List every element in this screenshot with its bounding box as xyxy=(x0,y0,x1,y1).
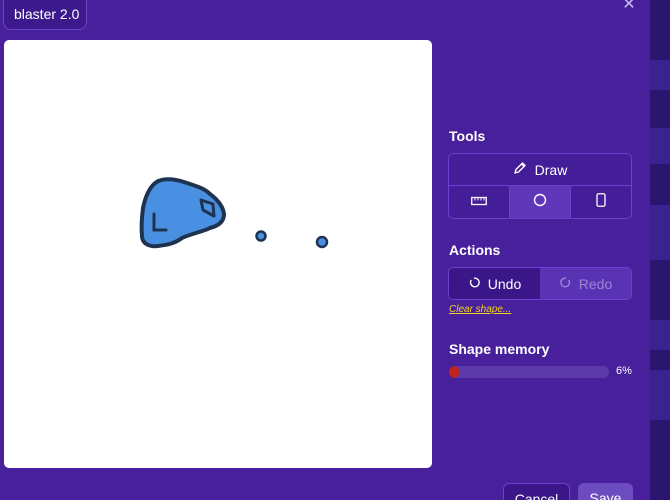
phone-tool-button[interactable] xyxy=(571,186,631,218)
undo-label: Undo xyxy=(487,275,522,292)
background-strip-block xyxy=(650,370,670,420)
draw-button[interactable]: Draw xyxy=(449,154,631,186)
background-strip-block xyxy=(650,128,670,164)
actions-panel: Undo Redo xyxy=(448,267,632,300)
save-button[interactable]: Save xyxy=(578,483,633,500)
close-icon[interactable]: ✕ xyxy=(620,0,638,16)
ruler-icon xyxy=(471,193,487,211)
background-strip-block xyxy=(650,205,670,260)
background-strip-block xyxy=(650,320,670,350)
shape-memory-title: Shape memory xyxy=(449,341,550,357)
canvas-drawing xyxy=(139,177,329,249)
canvas-point xyxy=(315,235,329,249)
shape-memory-fill xyxy=(449,366,459,378)
tools-panel: Draw xyxy=(448,153,632,219)
undo-button[interactable]: Undo xyxy=(449,268,540,299)
background-page-strip xyxy=(650,0,670,500)
shape-name-field[interactable]: blaster 2.0 xyxy=(3,0,87,30)
redo-label: Redo xyxy=(578,275,613,292)
redo-button[interactable]: Redo xyxy=(540,268,631,299)
cancel-button[interactable]: Cancel xyxy=(503,483,570,500)
circle-icon xyxy=(533,193,547,212)
ruler-tool-button[interactable] xyxy=(449,186,510,218)
canvas-point xyxy=(255,230,267,242)
pencil-icon xyxy=(513,161,527,178)
drawing-canvas[interactable] xyxy=(4,40,432,468)
undo-icon xyxy=(468,276,481,292)
background-strip-block xyxy=(650,60,670,90)
phone-icon xyxy=(596,192,606,212)
shape-memory-percent: 6% xyxy=(616,365,632,377)
shape-editor-modal: blaster 2.0 ✕ Tools Draw Actions Undo Re… xyxy=(0,0,650,500)
tools-title: Tools xyxy=(449,128,486,144)
circle-tool-button[interactable] xyxy=(510,186,571,218)
clear-shape-link[interactable]: Clear shape... xyxy=(449,304,511,315)
shape-memory-bar xyxy=(449,366,609,378)
actions-title: Actions xyxy=(449,242,501,258)
draw-label: Draw xyxy=(534,161,568,178)
redo-icon xyxy=(559,276,572,292)
